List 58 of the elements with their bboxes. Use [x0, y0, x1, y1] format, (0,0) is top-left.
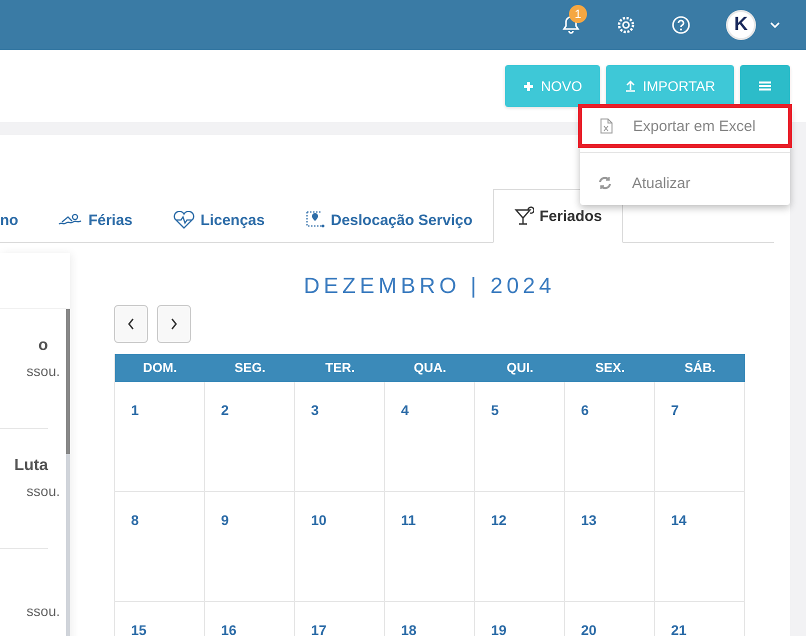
- menu-icon: [759, 81, 771, 91]
- tab[interactable]: Deslocação Serviço: [284, 198, 492, 242]
- day-cell[interactable]: 20: [565, 602, 655, 636]
- day-cell[interactable]: 17: [295, 602, 385, 636]
- event-title: o: [38, 337, 48, 355]
- day-cell[interactable]: 4: [385, 382, 475, 492]
- weekday-header: SEG.: [205, 354, 295, 382]
- day-cell[interactable]: 2: [205, 382, 295, 492]
- day-cell[interactable]: 12: [475, 492, 565, 602]
- refresh-icon: [598, 176, 612, 190]
- weekday-header: QUA.: [385, 354, 475, 382]
- weekday-header: SÁB.: [655, 354, 745, 382]
- event-title: Luta: [14, 457, 48, 475]
- event-description: ssou.: [26, 483, 61, 499]
- chevron-down-icon[interactable]: [770, 22, 780, 28]
- chevron-right-icon: [170, 318, 178, 330]
- excel-file-icon: [600, 118, 613, 134]
- weekday-header: SEX.: [565, 354, 655, 382]
- menu-button[interactable]: [740, 65, 790, 107]
- day-cell[interactable]: 10: [295, 492, 385, 602]
- weekday-header: QUI.: [475, 354, 565, 382]
- heartbeat-icon: [172, 211, 195, 229]
- day-cell[interactable]: 14: [655, 492, 745, 602]
- upload-icon: [624, 80, 636, 92]
- day-cell[interactable]: 1: [115, 382, 205, 492]
- tab[interactable]: Férias: [38, 198, 153, 242]
- route-pin-icon: [304, 210, 325, 230]
- chevron-left-icon: [127, 318, 135, 330]
- plus-icon: [522, 80, 534, 92]
- menu-item[interactable]: Exportar em Excel: [578, 104, 792, 148]
- event-description: ssou.: [26, 363, 61, 379]
- tab[interactable]: Licenças: [152, 198, 285, 242]
- day-cell[interactable]: 16: [205, 602, 295, 636]
- day-cell[interactable]: 6: [565, 382, 655, 492]
- weekday-header: DOM.: [115, 354, 205, 382]
- swimmer-icon: [58, 213, 82, 227]
- day-cell[interactable]: 13: [565, 492, 655, 602]
- help-icon[interactable]: [671, 15, 691, 35]
- notification-badge: 1: [569, 5, 587, 23]
- weekday-header: TER.: [295, 354, 385, 382]
- day-cell[interactable]: 21: [655, 602, 745, 636]
- cocktail-glass-icon: [514, 206, 534, 226]
- day-cell[interactable]: 7: [655, 382, 745, 492]
- day-cell[interactable]: 5: [475, 382, 565, 492]
- user-avatar[interactable]: K: [726, 10, 756, 40]
- scrollbar-thumb[interactable]: [66, 309, 70, 454]
- day-cell[interactable]: 15: [115, 602, 205, 636]
- day-cell[interactable]: 9: [205, 492, 295, 602]
- event-description: ssou.: [26, 603, 61, 619]
- day-cell[interactable]: 18: [385, 602, 475, 636]
- month-title: DEZEMBRO | 2024: [302, 273, 556, 299]
- day-cell[interactable]: 3: [295, 382, 385, 492]
- day-cell[interactable]: 8: [115, 492, 205, 602]
- tab[interactable]: no: [0, 198, 38, 242]
- settings-icon[interactable]: [616, 15, 636, 35]
- day-cell[interactable]: 11: [385, 492, 475, 602]
- tab[interactable]: Feriados: [492, 189, 624, 243]
- day-cell[interactable]: 19: [475, 602, 565, 636]
